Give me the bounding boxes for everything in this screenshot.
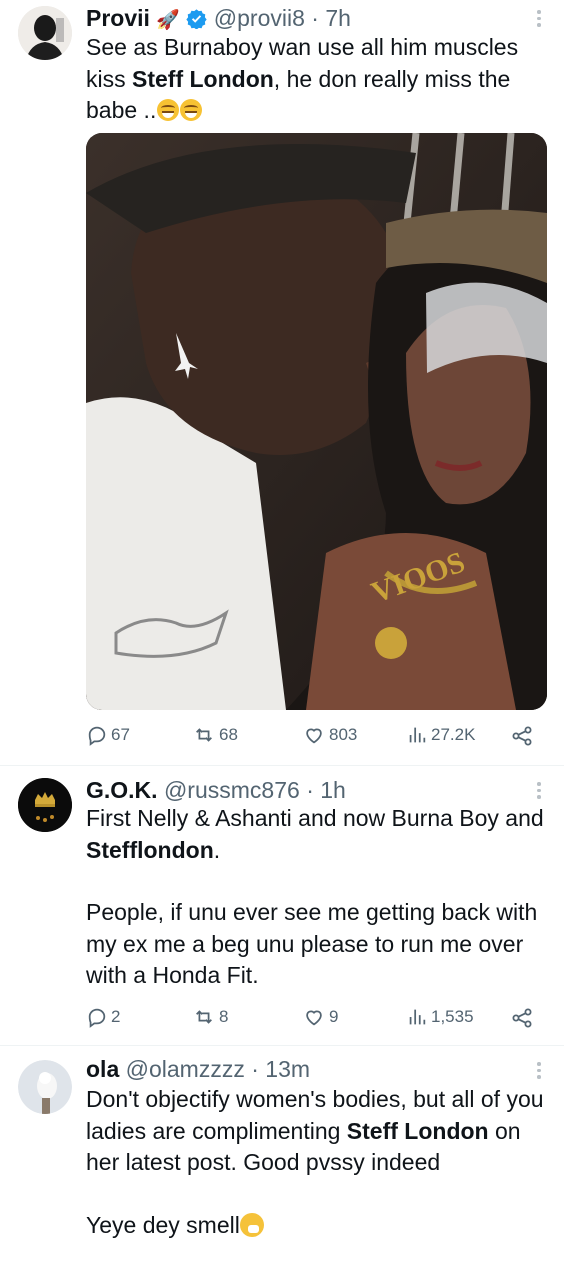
retweet-button[interactable]: 68 <box>192 724 238 746</box>
reply-icon <box>88 726 106 746</box>
views-icon <box>409 727 426 743</box>
share-button[interactable] <box>510 724 534 748</box>
views-icon <box>409 1009 426 1025</box>
retweet-button[interactable]: 8 <box>192 1006 228 1028</box>
reply-button[interactable]: 2 <box>86 1006 120 1028</box>
handle[interactable]: @russmc876 <box>164 777 300 803</box>
like-icon <box>306 728 322 744</box>
display-name[interactable]: G.O.K. <box>86 777 158 803</box>
reply-button[interactable]: 67 <box>86 724 130 746</box>
tweet-ola[interactable]: ola @olamzzzz · 13m Don't objectify wome… <box>0 1046 564 1280</box>
avatar[interactable] <box>18 6 72 60</box>
mention-stefflondon: Stefflondon <box>86 836 214 863</box>
views-count: 27.2K <box>431 725 476 744</box>
dot-separator: · <box>251 1056 259 1082</box>
avatar[interactable] <box>18 1060 72 1114</box>
tweet-text: See as Burnaboy wan use all him muscles … <box>86 34 519 123</box>
views-button[interactable]: 27.2K <box>406 724 475 746</box>
avatar[interactable] <box>18 778 72 832</box>
tweet-provii[interactable]: Provii 🚀 @provii8 · 7h See as Burnaboy w… <box>0 0 564 766</box>
reply-icon <box>88 1008 106 1028</box>
grin-sweat-emoji <box>157 99 180 121</box>
dot-separator: · <box>311 5 319 31</box>
views-count: 1,535 <box>431 1007 474 1026</box>
tweet-actions: 67 68 803 27.2K <box>86 724 546 752</box>
tweet-gok[interactable]: G.O.K. @russmc876 · 1h First Nelly & Ash… <box>0 766 564 1046</box>
tweet-text: First Nelly & Ashanti and now Burna Boy … <box>86 805 544 988</box>
like-icon <box>306 1010 322 1026</box>
retweet-count: 8 <box>219 1007 229 1026</box>
like-count: 803 <box>329 725 358 744</box>
tweet-photo[interactable]: VIOOS <box>86 133 547 710</box>
timestamp[interactable]: 7h <box>325 5 351 31</box>
timestamp[interactable]: 13m <box>265 1056 310 1082</box>
verified-badge-icon <box>186 9 208 30</box>
grin-sweat-emoji <box>180 99 203 121</box>
tweet-text: Don't objectify women's bodies, but all … <box>86 1086 544 1238</box>
more-icon[interactable] <box>536 782 542 802</box>
mention-steff-london: Steff London <box>132 65 274 92</box>
share-icon <box>512 726 532 746</box>
retweet-icon <box>196 1010 212 1024</box>
mention-steff-london: Steff London <box>346 1117 489 1144</box>
retweet-count: 68 <box>219 725 238 744</box>
timestamp[interactable]: 1h <box>320 777 346 803</box>
reply-count: 67 <box>111 725 130 744</box>
display-name[interactable]: Provii <box>86 5 150 31</box>
handle[interactable]: @olamzzzz <box>126 1056 245 1082</box>
display-name[interactable]: ola <box>86 1056 119 1082</box>
share-button[interactable] <box>510 1006 534 1030</box>
more-icon[interactable] <box>536 1062 542 1082</box>
share-icon <box>512 1008 532 1028</box>
retweet-icon <box>196 728 212 742</box>
like-count: 9 <box>329 1007 339 1026</box>
rocket-emoji: 🚀 <box>156 10 180 31</box>
like-button[interactable]: 803 <box>302 724 357 746</box>
sneezing-face-emoji <box>239 1212 264 1237</box>
tweet-header: Provii 🚀 @provii8 · 7h <box>86 4 351 35</box>
views-button[interactable]: 1,535 <box>406 1006 474 1028</box>
tweet-actions: 2 8 9 1,535 <box>86 1006 546 1034</box>
tweet-header: G.O.K. @russmc876 · 1h <box>86 776 346 804</box>
like-button[interactable]: 9 <box>302 1006 338 1028</box>
handle[interactable]: @provii8 <box>214 5 305 31</box>
tweet-header: ola @olamzzzz · 13m <box>86 1055 310 1083</box>
more-icon[interactable] <box>536 10 542 30</box>
reply-count: 2 <box>111 1007 121 1026</box>
dot-separator: · <box>306 777 314 803</box>
